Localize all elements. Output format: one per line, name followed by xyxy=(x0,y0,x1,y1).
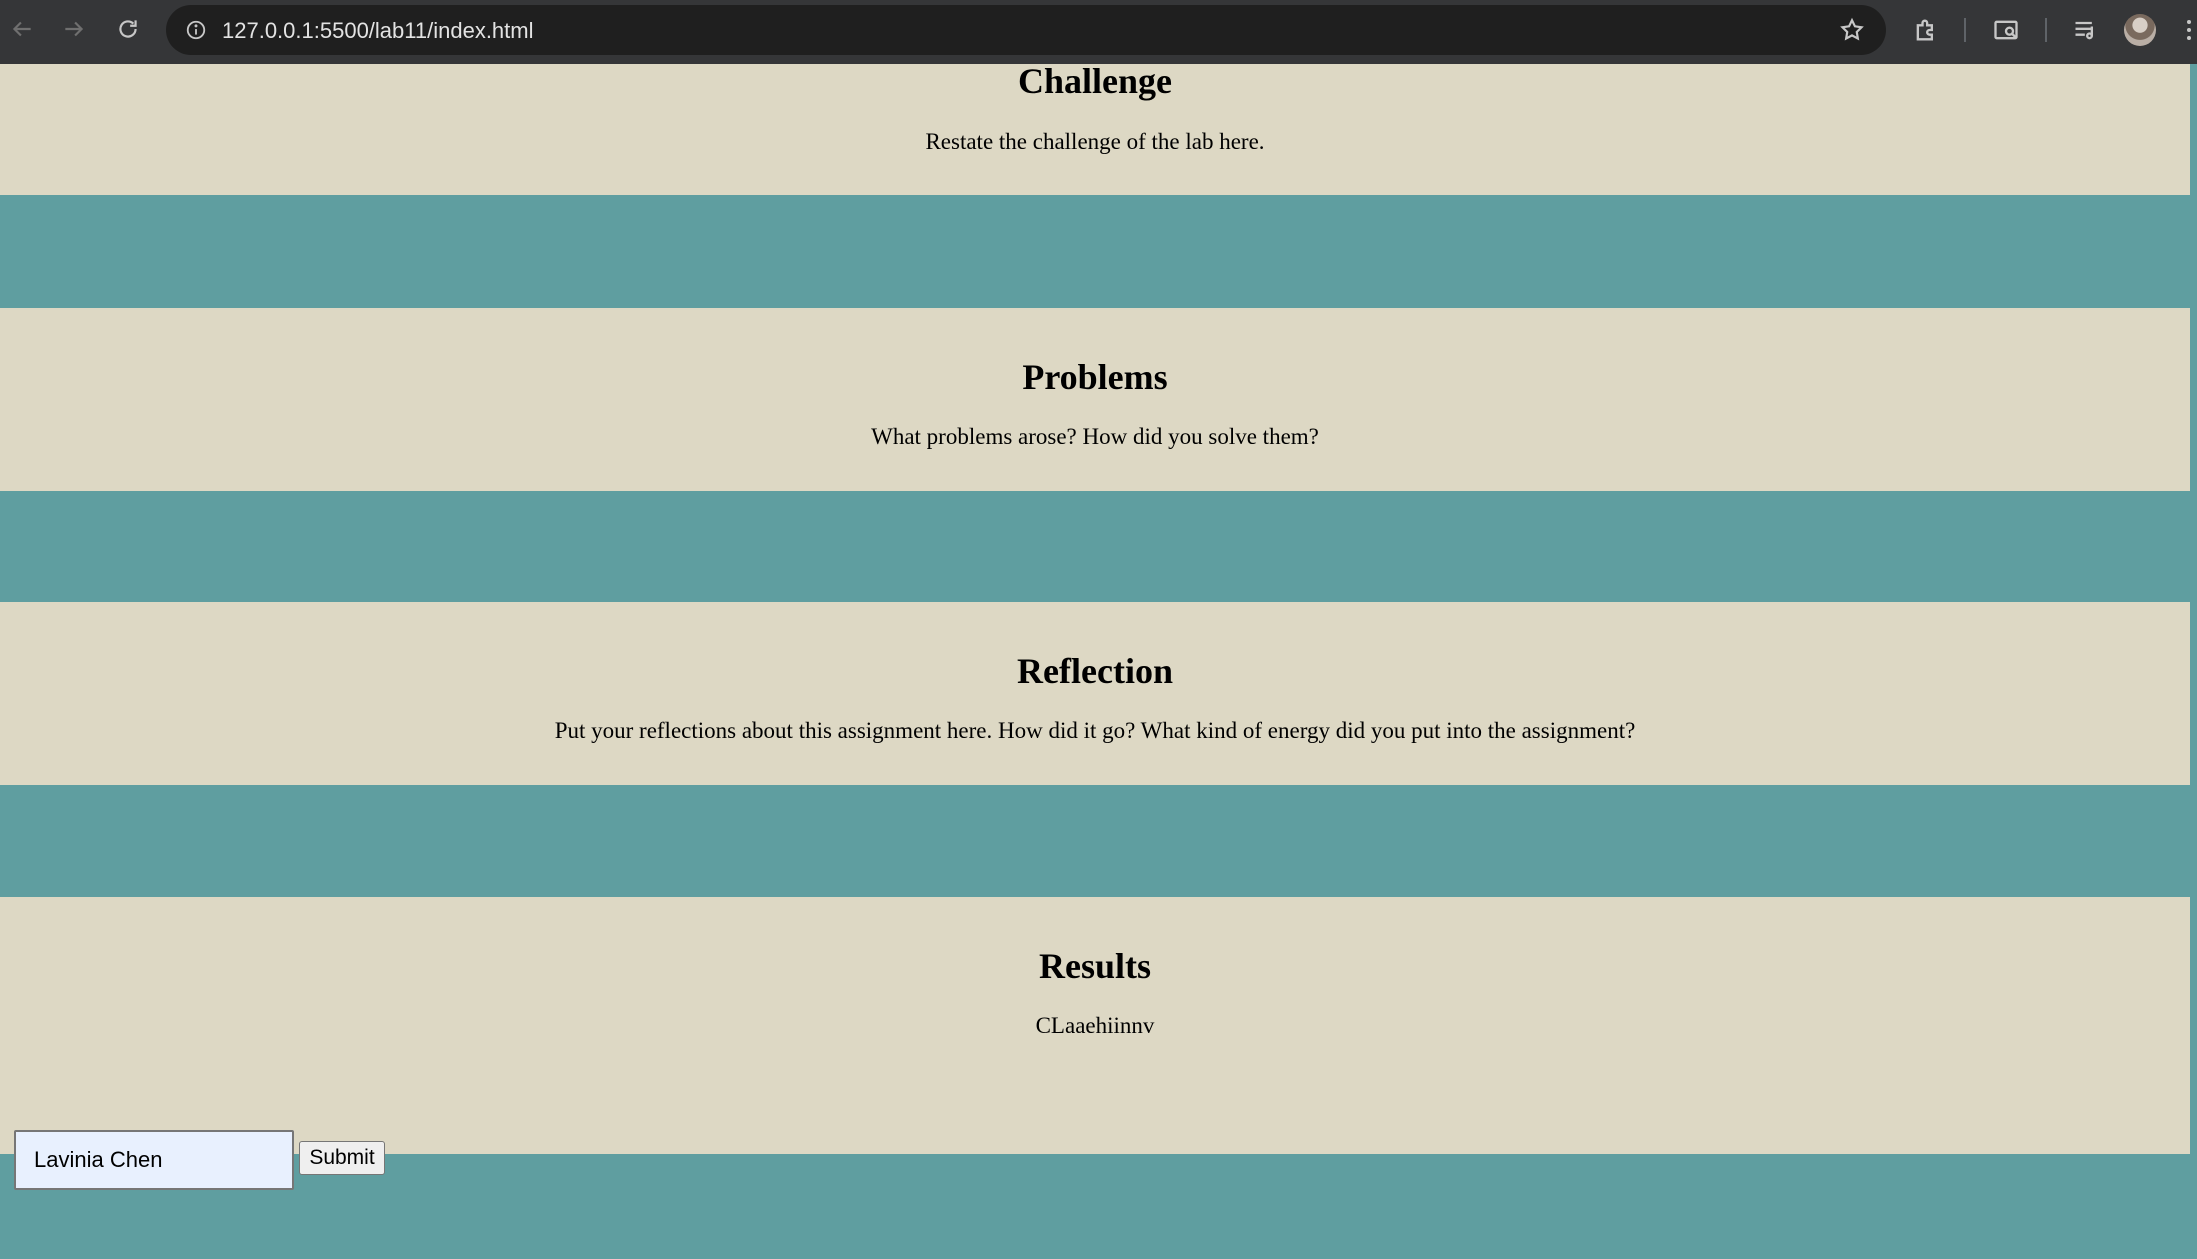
forward-arrow-icon[interactable] xyxy=(54,9,94,49)
reflection-text: Put your reflections about this assignme… xyxy=(554,718,1636,743)
submit-button[interactable]: Submit xyxy=(299,1141,385,1175)
scrollbar[interactable] xyxy=(2190,64,2197,1259)
challenge-section: Challenge Restate the challenge of the l… xyxy=(0,61,2190,195)
browser-toolbar: 127.0.0.1:5500/lab11/index.html xyxy=(0,0,2197,64)
address-bar[interactable]: 127.0.0.1:5500/lab11/index.html xyxy=(166,5,1886,55)
back-arrow-icon[interactable] xyxy=(2,9,42,49)
site-info-icon[interactable] xyxy=(180,14,212,46)
bookmark-star-icon[interactable] xyxy=(1838,16,1866,44)
extensions-icon[interactable] xyxy=(1908,12,1944,48)
media-controls-icon[interactable] xyxy=(2068,12,2104,48)
challenge-text: Restate the challenge of the lab here. xyxy=(925,129,1265,154)
challenge-heading: Challenge xyxy=(1017,61,1172,101)
results-heading: Results xyxy=(1038,946,1151,986)
problems-text: What problems arose? How did you solve t… xyxy=(871,424,1319,449)
reflection-heading: Reflection xyxy=(1017,651,1173,691)
results-output: CLaaehiinnv xyxy=(1035,1013,1155,1038)
toolbar-separator xyxy=(2045,18,2047,42)
page-body: Challenge Restate the challenge of the l… xyxy=(0,61,2190,1259)
problems-heading: Problems xyxy=(1022,357,1168,397)
reload-icon[interactable] xyxy=(108,9,148,49)
search-tab-icon[interactable] xyxy=(1988,12,2024,48)
name-input[interactable] xyxy=(14,1130,294,1190)
toolbar-separator xyxy=(1964,18,1966,42)
more-menu-icon[interactable] xyxy=(2180,12,2197,48)
problems-section: Problems What problems arose? How did yo… xyxy=(0,308,2190,491)
profile-avatar[interactable] xyxy=(2124,14,2156,46)
reflection-section: Reflection Put your reflections about th… xyxy=(0,602,2190,785)
url-text[interactable]: 127.0.0.1:5500/lab11/index.html xyxy=(222,18,534,44)
results-section: Results CLaaehiinnv xyxy=(0,897,2190,1154)
